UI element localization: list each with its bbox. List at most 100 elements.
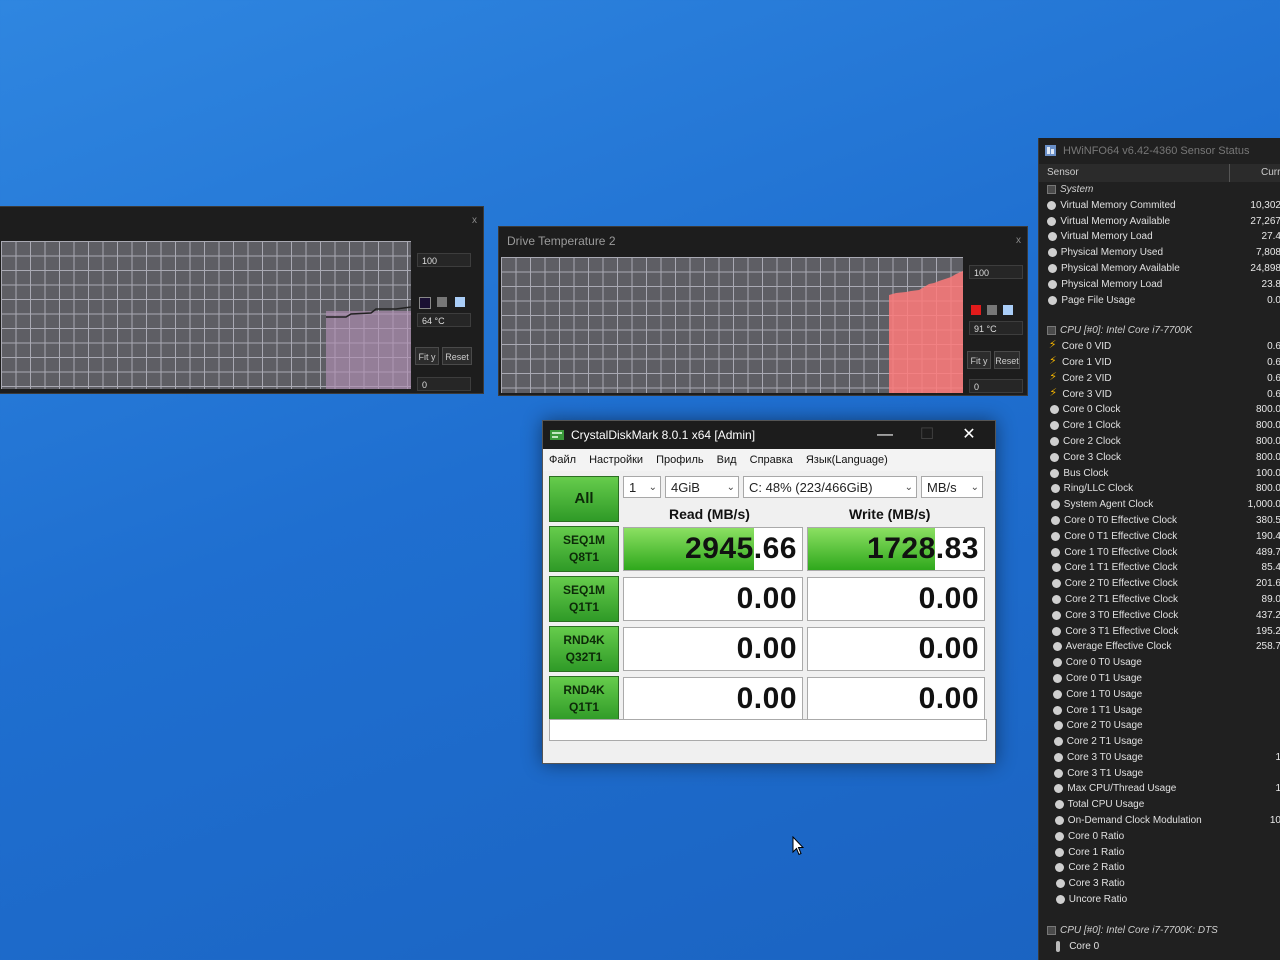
graph-min-field[interactable]: 0 <box>969 379 1023 393</box>
sensor-row[interactable]: ⚡ Core 2 VID 0.6 <box>1039 371 1280 387</box>
sensor-row[interactable]: ⚡ Core 1 VID 0.6 <box>1039 355 1280 371</box>
sensor-group-header[interactable]: CPU [#0]: Intel Core i7-7700K: DTS <box>1039 923 1280 939</box>
sensor-row[interactable]: Virtual Memory Commited 10,302 <box>1039 198 1280 214</box>
series-color-swatch[interactable] <box>419 297 431 309</box>
menu-file[interactable]: Файл <box>549 454 576 466</box>
sensor-row[interactable]: Core 0 Ratio <box>1039 829 1280 845</box>
sensor-row[interactable]: Core 1 T0 Effective Clock 489.7 <box>1039 545 1280 561</box>
sensor-row[interactable]: Core 2 T0 Effective Clock 201.6 <box>1039 576 1280 592</box>
sensor-label: On-Demand Clock Modulation <box>1067 815 1202 827</box>
series-color-swatch[interactable] <box>437 297 447 307</box>
sensor-row[interactable]: Core 2 T1 Usage <box>1039 734 1280 750</box>
window-title-bar[interactable]: HWiNFO64 v6.42-4360 Sensor Status <box>1039 138 1280 164</box>
sensor-row[interactable]: Average Effective Clock 258.7 <box>1039 639 1280 655</box>
sensor-row[interactable]: Page File Usage 0.0 <box>1039 293 1280 309</box>
sensor-row[interactable]: Ring/LLC Clock 800.0 <box>1039 481 1280 497</box>
sensor-row[interactable]: Core 0 T0 Effective Clock 380.5 <box>1039 513 1280 529</box>
comment-field[interactable] <box>549 719 987 741</box>
menu-view[interactable]: Вид <box>717 454 737 466</box>
fit-y-button[interactable]: Fit y <box>415 347 439 365</box>
close-icon[interactable]: x <box>1016 227 1021 255</box>
test-button-seq1m-q8t1[interactable]: SEQ1M Q8T1 <box>549 526 619 572</box>
crystaldiskmark-window: CrystalDiskMark 8.0.1 x64 [Admin] — ☐ ✕ … <box>542 420 996 764</box>
sensor-row[interactable]: Core 0 Clock 800.0 <box>1039 402 1280 418</box>
sensor-row[interactable]: Max CPU/Thread Usage 1 <box>1039 781 1280 797</box>
sensor-row[interactable]: Core 3 T0 Usage 1 <box>1039 750 1280 766</box>
graph-max-field[interactable]: 100 <box>417 253 471 267</box>
group-collapse-icon[interactable] <box>1047 326 1056 336</box>
sensor-row[interactable]: Core 2 T1 Effective Clock 89.0 <box>1039 592 1280 608</box>
group-collapse-icon[interactable] <box>1047 185 1056 194</box>
sensor-row[interactable]: Uncore Ratio <box>1039 892 1280 908</box>
voltage-bolt-icon: ⚡ <box>1049 354 1057 367</box>
sensor-row[interactable]: Core 1 T1 Usage <box>1039 703 1280 719</box>
menu-settings[interactable]: Настройки <box>589 454 643 466</box>
window-title-bar[interactable]: CrystalDiskMark 8.0.1 x64 [Admin] — ☐ ✕ <box>543 421 995 449</box>
sensor-row[interactable]: On-Demand Clock Modulation 10 <box>1039 813 1280 829</box>
sensor-row[interactable]: Total CPU Usage <box>1039 797 1280 813</box>
sensor-row[interactable]: ⚡ Core 0 VID 0.6 <box>1039 339 1280 355</box>
sensor-row[interactable]: Core 3 T0 Effective Clock 437.2 <box>1039 608 1280 624</box>
graph-title-bar[interactable]: Drive Temperature 2 x <box>499 227 1027 255</box>
series-color-swatch[interactable] <box>1003 305 1013 315</box>
minimize-button[interactable]: — <box>865 421 905 449</box>
sensor-row[interactable]: Core 0 <box>1039 939 1280 955</box>
sensor-row[interactable]: Core 0 T0 Usage <box>1039 655 1280 671</box>
menu-language[interactable]: Язык(Language) <box>806 454 888 466</box>
sensor-label: Physical Memory Available <box>1061 262 1180 274</box>
sensor-row[interactable]: Physical Memory Used 7,808 <box>1039 245 1280 261</box>
sensor-row[interactable]: Virtual Memory Load 27.4 <box>1039 229 1280 245</box>
sensor-label: Core 0 T1 Usage <box>1066 672 1142 684</box>
series-color-swatch[interactable] <box>455 297 465 307</box>
reset-button[interactable]: Reset <box>994 351 1020 369</box>
test-size-select[interactable]: 4GiB ⌄ <box>665 476 739 498</box>
group-collapse-icon[interactable] <box>1047 925 1056 935</box>
graph-min-field[interactable]: 0 <box>417 377 471 391</box>
test-count-select[interactable]: 1 ⌄ <box>623 476 661 498</box>
sensor-row[interactable]: Physical Memory Load 23.8 <box>1039 277 1280 293</box>
sensor-row[interactable]: Core 3 Clock 800.0 <box>1039 450 1280 466</box>
sensor-row[interactable]: Core 2 T0 Usage <box>1039 718 1280 734</box>
sensor-row[interactable]: ⚡ Core 3 VID 0.6 <box>1039 387 1280 403</box>
sensor-row[interactable]: Core 3 T1 Effective Clock 195.2 <box>1039 624 1280 640</box>
sensor-row[interactable]: Core 1 T0 Usage <box>1039 687 1280 703</box>
sensor-row[interactable]: System Agent Clock 1,000.0 <box>1039 497 1280 513</box>
sensor-row[interactable]: Core 1 Ratio <box>1039 845 1280 861</box>
reset-button[interactable]: Reset <box>442 347 472 365</box>
sensor-row[interactable]: Core 2 Ratio <box>1039 860 1280 876</box>
menu-help[interactable]: Справка <box>750 454 793 466</box>
column-divider[interactable] <box>1229 164 1230 182</box>
sensor-row[interactable]: Core 0 T1 Usage <box>1039 671 1280 687</box>
all-button[interactable]: All <box>549 476 619 522</box>
sensor-group-header[interactable]: CPU [#0]: Intel Core i7-7700K <box>1039 323 1280 339</box>
sensor-row[interactable]: Bus Clock 100.0 <box>1039 466 1280 482</box>
test-button-rnd4k-q32t1[interactable]: RND4K Q32T1 <box>549 626 619 672</box>
sensor-row[interactable]: Core 2 Clock 800.0 <box>1039 434 1280 450</box>
close-icon[interactable]: x <box>472 207 477 235</box>
maximize-button[interactable]: ☐ <box>907 421 947 449</box>
graph-title-bar[interactable]: x <box>0 207 483 235</box>
menu-profile[interactable]: Профиль <box>656 454 704 466</box>
write-result: 1728.83 <box>807 527 985 571</box>
sensor-row[interactable]: Core 3 T1 Usage <box>1039 766 1280 782</box>
graph-max-field[interactable]: 100 <box>969 265 1023 279</box>
sensor-row[interactable]: Core 3 Ratio <box>1039 876 1280 892</box>
series-color-swatch[interactable] <box>987 305 997 315</box>
sensor-row[interactable]: Core 1 T1 Effective Clock 85.4 <box>1039 560 1280 576</box>
sensor-current-value: 800.0 <box>1255 451 1280 463</box>
unit-select[interactable]: MB/s ⌄ <box>921 476 983 498</box>
sensor-row[interactable]: Core 1 Clock 800.0 <box>1039 418 1280 434</box>
sensor-group-header[interactable]: System <box>1039 182 1280 198</box>
fit-y-button[interactable]: Fit y <box>967 351 991 369</box>
sensor-row[interactable]: Core 0 T1 Effective Clock 190.4 <box>1039 529 1280 545</box>
sensor-label: Virtual Memory Available <box>1060 215 1171 227</box>
test-button-rnd4k-q1t1[interactable]: RND4K Q1T1 <box>549 676 619 722</box>
current-column-header[interactable]: Curr <box>1261 164 1280 182</box>
sensor-column-header[interactable]: Sensor <box>1047 164 1079 182</box>
drive-select[interactable]: C: 48% (223/466GiB) ⌄ <box>743 476 917 498</box>
test-button-seq1m-q1t1[interactable]: SEQ1M Q1T1 <box>549 576 619 622</box>
close-button[interactable]: ✕ <box>949 421 989 449</box>
sensor-row[interactable]: Virtual Memory Available 27,267 <box>1039 214 1280 230</box>
sensor-row[interactable]: Physical Memory Available 24,898 <box>1039 261 1280 277</box>
series-color-swatch[interactable] <box>971 305 981 315</box>
